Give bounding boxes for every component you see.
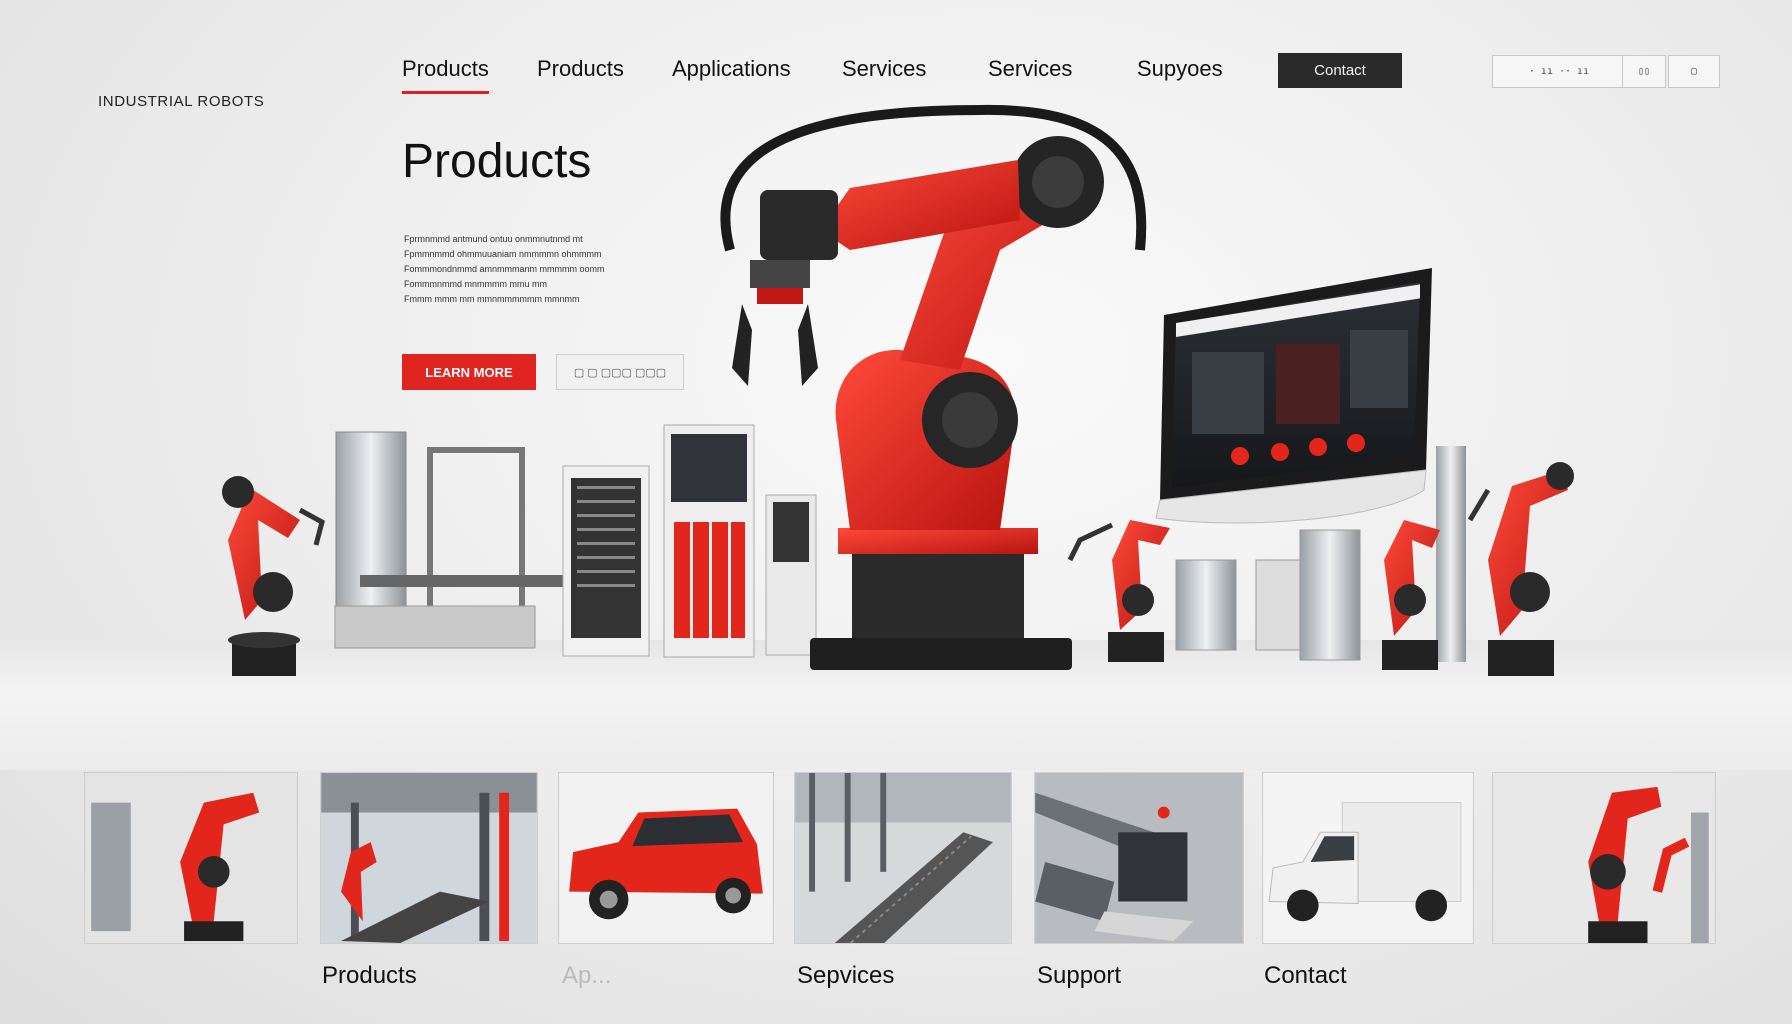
- hero-title: Products: [402, 135, 592, 188]
- red-suv-image: [559, 773, 773, 943]
- nav-item-services-2[interactable]: Services: [988, 56, 1072, 82]
- contact-button[interactable]: Contact: [1278, 53, 1402, 88]
- power-cabinet: [663, 424, 755, 658]
- gallery-card-workshop[interactable]: [1034, 772, 1244, 944]
- robot-arm-image: [85, 773, 297, 943]
- gallery-card-factory[interactable]: [320, 772, 538, 944]
- caption-support[interactable]: Support: [1037, 962, 1121, 990]
- caption-applications[interactable]: Ap...: [562, 962, 611, 990]
- monitor-display: [1155, 268, 1432, 524]
- small-cabinet: [765, 494, 817, 656]
- caption-contact[interactable]: Contact: [1264, 962, 1347, 990]
- utility-box-3[interactable]: ▢: [1668, 55, 1720, 88]
- gallery-card-conveyor[interactable]: [794, 772, 1012, 944]
- hero-description: Fprmnmmd antmund ontuu onmmnutnmd mt Fpm…: [404, 234, 660, 304]
- robot-main: [720, 104, 1147, 670]
- gallery-card-robot-arm[interactable]: [84, 772, 298, 944]
- utility-box-1[interactable]: · ıı ·· ıı: [1492, 55, 1626, 88]
- factory-line-image: [321, 773, 537, 943]
- nav-item-supyoes[interactable]: Supyoes: [1137, 56, 1223, 82]
- gallery-card-truck[interactable]: [1262, 772, 1474, 944]
- learn-more-button[interactable]: LEARN MORE: [402, 354, 536, 390]
- utility-box-2[interactable]: ▯▯: [1622, 55, 1666, 88]
- hero-line-2: Fpmmnmmd ohmmuuaniam nmmmmn ohmmmm: [404, 249, 602, 259]
- nav-item-products-2[interactable]: Products: [537, 56, 624, 82]
- caption-services[interactable]: Sepvices: [797, 962, 894, 990]
- gallery-card-car[interactable]: [558, 772, 774, 944]
- workshop-image: [1035, 773, 1243, 943]
- caption-products[interactable]: Products: [322, 962, 417, 990]
- showroom-floor: [0, 640, 1792, 770]
- nav-item-products[interactable]: Products: [402, 56, 489, 94]
- brand-logo-text[interactable]: INDUSTRIAL ROBOTS: [98, 93, 264, 110]
- hero-line-3: Fommmondnmmd amnmmmanm mmmmm oomm: [404, 264, 605, 274]
- conveyor-image: [795, 773, 1011, 943]
- hero-line-1: Fprmnmmd antmund ontuu onmmnutnmd mt: [404, 234, 583, 244]
- nav-item-services[interactable]: Services: [842, 56, 926, 82]
- robot-arm-image: [1493, 773, 1715, 943]
- machine-left-frame: [334, 431, 570, 649]
- hero-line-5: Fmmm mmm mm mmnmmmmmm mmnmm: [404, 294, 580, 304]
- machine-right: [1175, 446, 1466, 662]
- secondary-button[interactable]: ▢ ▢ ▢▢▢ ▢▢▢: [556, 354, 684, 390]
- hero-line-4: Fommmnmmd mnmmmm mmu mm: [404, 279, 547, 289]
- nav-item-applications[interactable]: Applications: [672, 56, 791, 82]
- control-cabinet: [562, 465, 650, 657]
- gallery-card-robot-arm-2[interactable]: [1492, 772, 1716, 944]
- white-truck-image: [1263, 773, 1473, 943]
